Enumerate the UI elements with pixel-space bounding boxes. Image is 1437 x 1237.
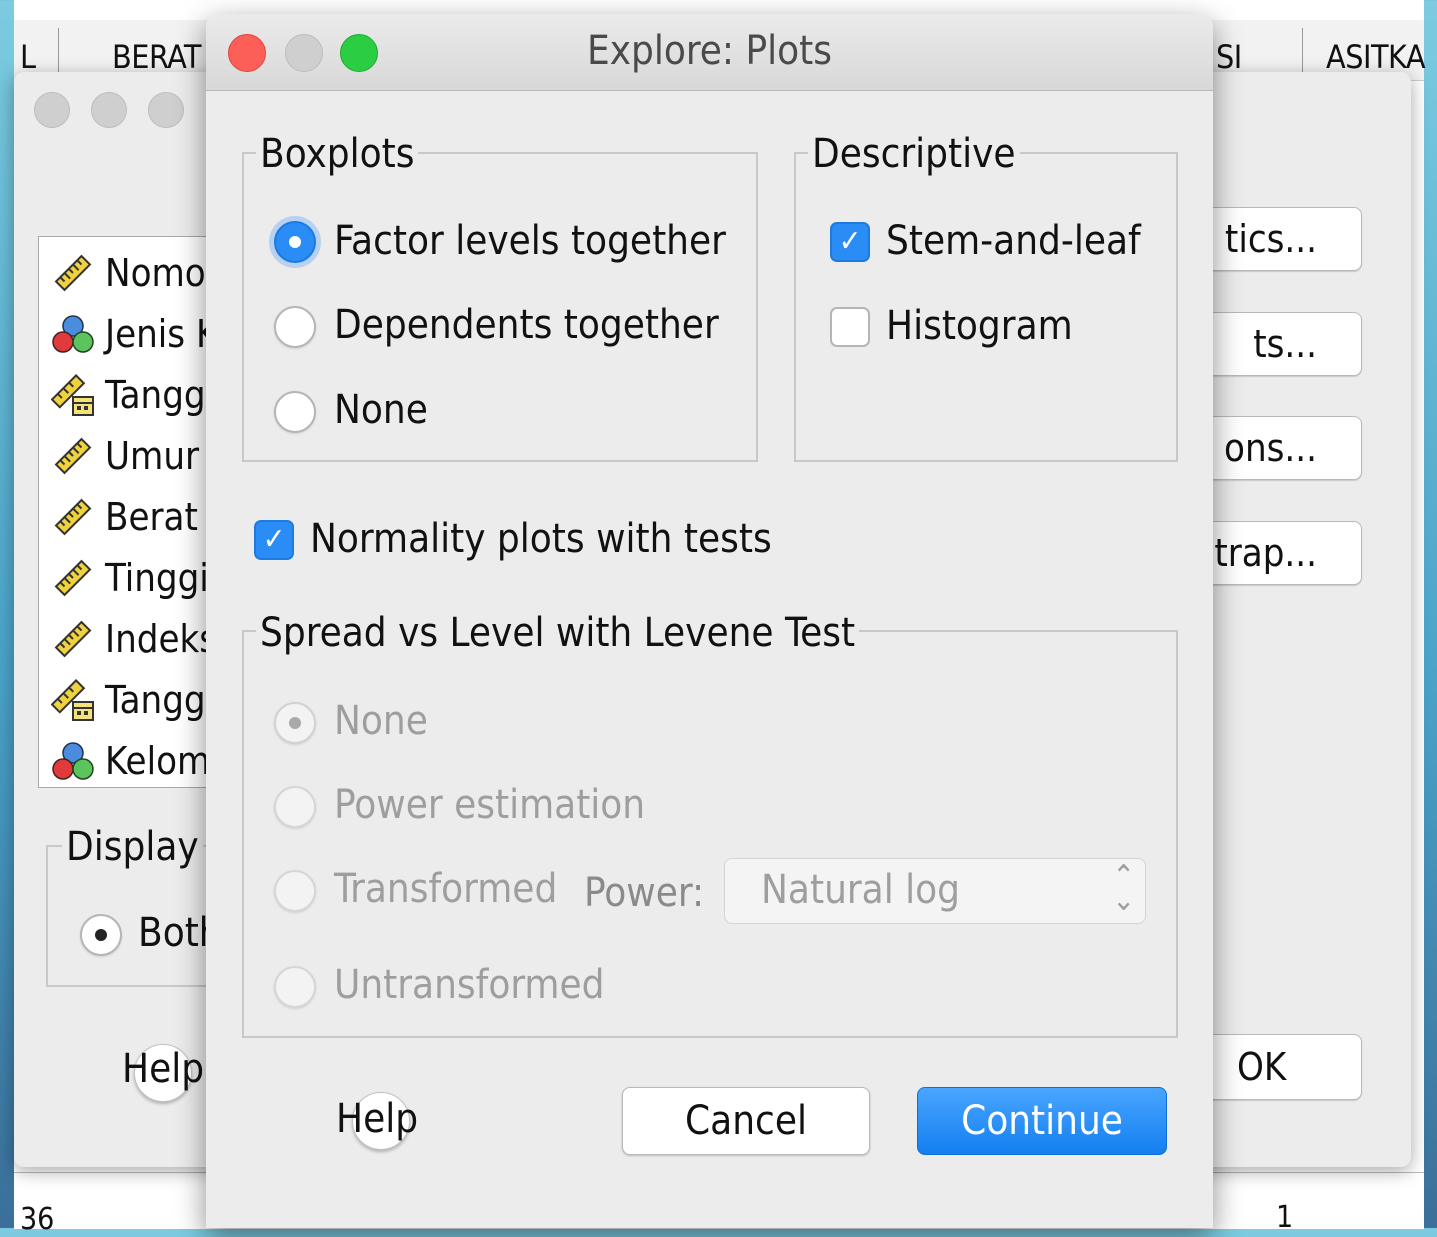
power-estimation-label: Power estimation bbox=[334, 782, 646, 828]
histogram-checkbox[interactable] bbox=[830, 307, 870, 347]
cancel-button[interactable]: Cancel bbox=[622, 1087, 870, 1155]
power-estimation-radio[interactable] bbox=[274, 786, 316, 828]
variable-label: Jenis K bbox=[105, 312, 219, 356]
dependents-together-label: Dependents together bbox=[334, 302, 719, 348]
close-button-inactive[interactable] bbox=[34, 92, 70, 128]
minimize-button-inactive[interactable] bbox=[91, 92, 127, 128]
date-scale-icon bbox=[51, 679, 94, 721]
date-scale-icon bbox=[51, 374, 94, 416]
nominal-circles-icon bbox=[52, 742, 94, 780]
up-down-chevron-icon: ⌃ ⌄ bbox=[1112, 859, 1135, 918]
ruler-scale-icon bbox=[54, 254, 92, 292]
continue-button[interactable]: Continue bbox=[917, 1087, 1167, 1155]
list-item[interactable]: Tangg bbox=[51, 365, 206, 425]
list-item[interactable]: Tinggi bbox=[51, 548, 209, 608]
help-label-background: Help bbox=[122, 1046, 205, 1092]
checkmark-icon: ✓ bbox=[838, 224, 862, 259]
descriptive-group-title: Descriptive bbox=[808, 132, 1020, 176]
column-header[interactable]: L bbox=[20, 38, 36, 76]
spread-none-radio[interactable] bbox=[274, 702, 316, 744]
display-both-radio[interactable] bbox=[80, 914, 122, 956]
checkmark-icon: ✓ bbox=[262, 522, 286, 557]
ruler-scale-icon bbox=[54, 559, 92, 597]
power-select-value: Natural log bbox=[761, 867, 961, 913]
transformed-radio[interactable] bbox=[274, 870, 316, 912]
spread-none-label: None bbox=[334, 698, 428, 744]
untransformed-radio[interactable] bbox=[274, 966, 316, 1008]
stem-and-leaf-checkbox[interactable]: ✓ bbox=[830, 222, 870, 262]
normality-label: Normality plots with tests bbox=[310, 516, 772, 562]
list-item[interactable]: Jenis K bbox=[51, 304, 218, 364]
ruler-scale-icon bbox=[54, 498, 92, 536]
nominal-circles-icon bbox=[52, 315, 94, 353]
column-separator bbox=[58, 28, 59, 73]
variable-label: Tangg bbox=[105, 678, 206, 722]
explore-plots-dialog: Explore: Plots Boxplots Factor levels to… bbox=[206, 14, 1213, 1228]
variable-label: Tinggi bbox=[105, 556, 209, 600]
list-item[interactable]: Berat bbox=[51, 487, 198, 547]
boxplots-group-title: Boxplots bbox=[256, 132, 419, 176]
stem-and-leaf-label: Stem-and-leaf bbox=[886, 218, 1141, 264]
list-item[interactable]: Nomo bbox=[51, 243, 206, 303]
boxplots-none-radio[interactable] bbox=[274, 391, 316, 433]
column-separator bbox=[1302, 28, 1303, 73]
variable-label: Indeks bbox=[105, 617, 218, 661]
display-group-title: Display bbox=[62, 824, 203, 870]
factor-levels-radio[interactable] bbox=[274, 221, 316, 263]
ruler-scale-icon bbox=[54, 620, 92, 658]
power-label: Power: bbox=[584, 870, 705, 916]
power-select[interactable]: Natural log ⌃ ⌄ bbox=[724, 858, 1146, 924]
normality-checkbox[interactable]: ✓ bbox=[254, 520, 294, 560]
variable-label: Nomo bbox=[105, 251, 206, 295]
ruler-scale-icon bbox=[54, 437, 92, 475]
help-label: Help bbox=[336, 1096, 419, 1142]
variable-label: Tangg bbox=[105, 373, 206, 417]
factor-levels-label: Factor levels together bbox=[334, 218, 726, 264]
list-item[interactable]: Umur bbox=[51, 426, 199, 486]
transformed-label: Transformed bbox=[334, 866, 558, 912]
zoom-button-inactive[interactable] bbox=[148, 92, 184, 128]
variable-label: Berat bbox=[105, 495, 198, 539]
variable-list[interactable]: Nomo Jenis K Tangg Umur Berat Tinggi Ind… bbox=[38, 236, 220, 788]
untransformed-label: Untransformed bbox=[334, 962, 605, 1008]
list-item[interactable]: Kelom bbox=[51, 731, 210, 791]
list-item[interactable]: Tangg bbox=[51, 670, 206, 730]
list-item[interactable]: Indeks bbox=[51, 609, 217, 669]
column-header[interactable]: BERAT bbox=[112, 38, 201, 76]
row-number: 36 bbox=[20, 1202, 55, 1237]
histogram-label: Histogram bbox=[886, 303, 1073, 349]
column-header[interactable]: ASITKA bbox=[1326, 38, 1426, 76]
variable-label: Umur bbox=[105, 434, 200, 478]
cell-value: 1 bbox=[1276, 1200, 1294, 1235]
spread-level-group-title: Spread vs Level with Levene Test bbox=[256, 611, 860, 655]
column-header[interactable]: SI bbox=[1216, 38, 1242, 76]
boxplots-none-label: None bbox=[334, 387, 428, 433]
variable-label: Kelom bbox=[105, 739, 211, 783]
dialog-title: Explore: Plots bbox=[586, 28, 833, 74]
dependents-together-radio[interactable] bbox=[274, 306, 316, 348]
